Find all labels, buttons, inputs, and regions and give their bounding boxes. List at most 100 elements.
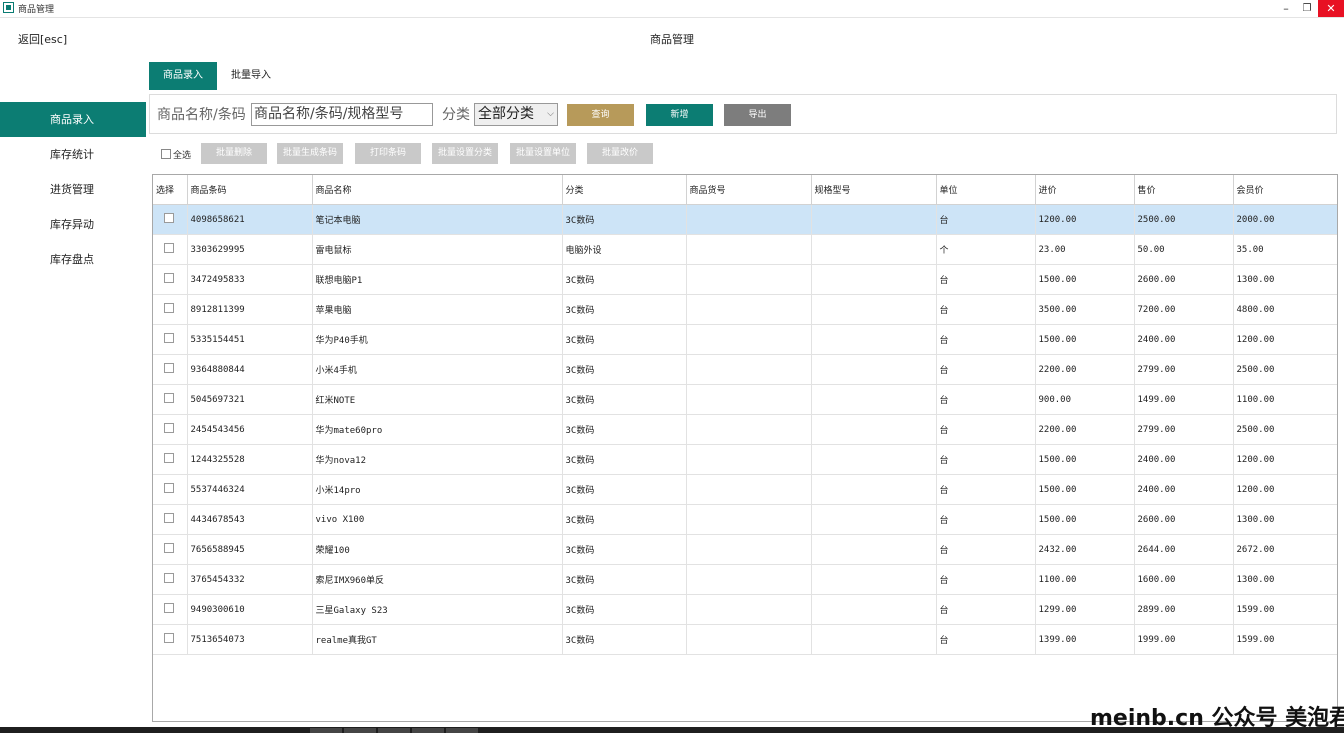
row-select-cell[interactable]: [153, 504, 188, 535]
column-header[interactable]: 商品货号: [686, 175, 812, 205]
row-checkbox[interactable]: [164, 423, 175, 433]
item-number-cell: [686, 204, 812, 235]
name-cell: vivo X100: [312, 504, 563, 535]
row-select-cell[interactable]: [153, 204, 188, 235]
select-all-checkbox[interactable]: 全选: [161, 148, 191, 161]
sidebar-item-product-entry[interactable]: 商品录入: [0, 102, 146, 137]
row-checkbox[interactable]: [164, 603, 175, 613]
barcode-cell: 9364880844: [187, 354, 313, 385]
tab-product-entry[interactable]: 商品录入: [149, 62, 217, 90]
row-select-cell[interactable]: [153, 474, 188, 505]
table-row[interactable]: 9364880844 小米4手机 3C数码 台 2200.00 2799.00 2500.0…: [153, 354, 1337, 385]
query-button[interactable]: 查询: [567, 104, 634, 126]
table-row[interactable]: 4098658621 笔记本电脑 3C数码 台 1200.00 2500.00 2000.0…: [153, 204, 1337, 235]
table-row[interactable]: 4434678543 vivo X100 3C数码 台 1500.00 2600.00 13…: [153, 504, 1337, 535]
column-header[interactable]: 商品名称: [312, 175, 563, 205]
table-row[interactable]: 7513654073 realme真我GT 3C数码 台 1399.00 1999.00 1…: [153, 624, 1337, 655]
table-row[interactable]: 5045697321 红米NOTE 3C数码 台 900.00 1499.00 1100.0…: [153, 384, 1337, 415]
column-header[interactable]: 规格型号: [811, 175, 937, 205]
tab-batch-import[interactable]: 批量导入: [217, 62, 285, 90]
table-row[interactable]: 7656588945 荣耀100 3C数码 台 2432.00 2644.00 2672.0…: [153, 534, 1337, 565]
column-header[interactable]: 分类: [562, 175, 687, 205]
row-checkbox[interactable]: [164, 483, 175, 493]
row-select-cell[interactable]: [153, 414, 188, 445]
batch-reprice-button[interactable]: 批量改价: [587, 143, 653, 164]
row-checkbox[interactable]: [164, 333, 175, 343]
checkbox-icon: [161, 149, 171, 159]
row-checkbox[interactable]: [164, 633, 175, 643]
row-select-cell[interactable]: [153, 354, 188, 385]
row-checkbox[interactable]: [164, 513, 175, 523]
table-row[interactable]: 5537446324 小米14pro 3C数码 台 1500.00 2400.00 1200…: [153, 474, 1337, 505]
taskbar-item[interactable]: [446, 728, 478, 733]
column-header[interactable]: 进价: [1035, 175, 1135, 205]
column-header[interactable]: 售价: [1134, 175, 1234, 205]
sidebar-item-stock-change[interactable]: 库存异动: [0, 207, 146, 242]
taskbar-item[interactable]: [310, 728, 342, 733]
column-header[interactable]: 商品条码: [187, 175, 313, 205]
row-select-cell[interactable]: [153, 384, 188, 415]
table-row[interactable]: 1244325528 华为nova12 3C数码 台 1500.00 2400.00 120…: [153, 444, 1337, 475]
row-select-cell[interactable]: [153, 624, 188, 655]
table-row[interactable]: 8912811399 苹果电脑 3C数码 台 3500.00 7200.00 4800.00: [153, 294, 1337, 325]
add-button[interactable]: 新增: [646, 104, 713, 126]
spec-cell: [811, 564, 937, 595]
sidebar-item-stocktake[interactable]: 库存盘点: [0, 242, 146, 277]
row-select-cell[interactable]: [153, 444, 188, 475]
row-checkbox[interactable]: [164, 393, 175, 403]
row-checkbox[interactable]: [164, 243, 175, 253]
search-label: 商品名称/条码: [157, 107, 246, 123]
table-row[interactable]: 3303629995 雷电鼠标 电脑外设 个 23.00 50.00 35.00: [153, 234, 1337, 265]
minimize-button[interactable]: –: [1276, 0, 1296, 17]
close-button[interactable]: ✕: [1318, 0, 1344, 17]
column-header[interactable]: 单位: [936, 175, 1036, 205]
batch-set-category-button[interactable]: 批量设置分类: [432, 143, 498, 164]
sale-price-cell: 2799.00: [1134, 414, 1234, 445]
print-barcode-button[interactable]: 打印条码: [355, 143, 421, 164]
batch-delete-button[interactable]: 批量删除: [201, 143, 267, 164]
member-price-cell: 1100.00: [1233, 384, 1337, 415]
row-checkbox[interactable]: [164, 303, 175, 313]
table-row[interactable]: 9490300610 三星Galaxy S23 3C数码 台 1299.00 2899.0…: [153, 594, 1337, 625]
table-row[interactable]: 5335154451 华为P40手机 3C数码 台 1500.00 2400.00 1200…: [153, 324, 1337, 355]
row-select-cell[interactable]: [153, 264, 188, 295]
row-select-cell[interactable]: [153, 294, 188, 325]
row-checkbox[interactable]: [164, 363, 175, 373]
row-checkbox[interactable]: [164, 213, 175, 223]
sale-price-cell: 2600.00: [1134, 264, 1234, 295]
spec-cell: [811, 534, 937, 565]
table-row[interactable]: 3765454332 索尼IMX960单反 3C数码 台 1100.00 1600.00 1…: [153, 564, 1337, 595]
search-input[interactable]: 商品名称/条码/规格型号: [251, 103, 433, 126]
sidebar-item-purchase[interactable]: 进货管理: [0, 172, 146, 207]
table-row[interactable]: 2454543456 华为mate60pro 3C数码 台 2200.00 2799.00…: [153, 414, 1337, 445]
row-checkbox[interactable]: [164, 273, 175, 283]
taskbar-item[interactable]: [344, 728, 376, 733]
row-select-cell[interactable]: [153, 564, 188, 595]
taskbar-item[interactable]: [378, 728, 410, 733]
category-select[interactable]: 全部分类 ⌵: [474, 103, 558, 126]
column-header[interactable]: 会员价: [1233, 175, 1337, 205]
row-select-cell[interactable]: [153, 534, 188, 565]
sale-price-cell: 2400.00: [1134, 444, 1234, 475]
row-select-cell[interactable]: [153, 324, 188, 355]
table-row[interactable]: 3472495833 联想电脑P1 3C数码 台 1500.00 2600.00 1300.…: [153, 264, 1337, 295]
member-price-cell: 2500.00: [1233, 414, 1337, 445]
batch-set-unit-button[interactable]: 批量设置单位: [510, 143, 576, 164]
item-number-cell: [686, 474, 812, 505]
sale-price-cell: 2400.00: [1134, 474, 1234, 505]
taskbar-item[interactable]: [412, 728, 444, 733]
batch-generate-barcode-button[interactable]: 批量生成条码: [277, 143, 343, 164]
row-checkbox[interactable]: [164, 543, 175, 553]
unit-cell: 台: [936, 534, 1036, 565]
row-select-cell[interactable]: [153, 234, 188, 265]
row-select-cell[interactable]: [153, 594, 188, 625]
row-checkbox[interactable]: [164, 573, 175, 583]
restore-button[interactable]: ❐: [1296, 0, 1318, 17]
sale-price-cell: 1999.00: [1134, 624, 1234, 655]
sidebar-item-stock-stats[interactable]: 库存统计: [0, 137, 146, 172]
sidebar: 商品录入 库存统计 进货管理 库存异动 库存盘点: [0, 102, 146, 277]
row-checkbox[interactable]: [164, 453, 175, 463]
export-button[interactable]: 导出: [724, 104, 791, 126]
category-cell: 3C数码: [562, 534, 687, 565]
member-price-cell: 2672.00: [1233, 534, 1337, 565]
